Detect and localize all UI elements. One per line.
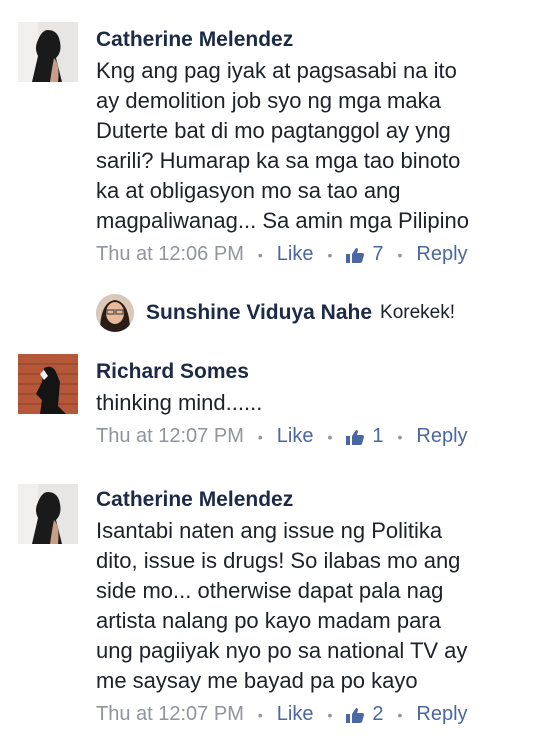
timestamp[interactable]: Thu at 12:07 PM [96, 425, 244, 448]
like-count-number: 1 [372, 425, 384, 447]
reply-button[interactable]: Reply [416, 425, 467, 448]
comment-line: thinking mind...... [96, 390, 263, 415]
thumbs-up-icon [346, 247, 365, 263]
comment-actions: Thu at 12:07 PM • Like • 1 • Reply [96, 425, 468, 448]
thumbs-up-icon [346, 429, 365, 445]
avatar[interactable] [18, 354, 78, 414]
comment-text: Kng ang pag iyak at pagsasabi na ito ay … [96, 56, 516, 236]
avatar[interactable] [18, 484, 78, 544]
like-count[interactable]: 1 [346, 425, 384, 448]
like-button[interactable]: Like [277, 243, 314, 266]
reply-avatar[interactable] [96, 294, 134, 332]
comment-line: ka at obligasyon mo sa tao ang [96, 178, 401, 203]
commenter-name[interactable]: Catherine Melendez [96, 28, 293, 52]
separator-dot: • [257, 246, 263, 263]
comment-line: side mo... otherwise dapat pala nag [96, 578, 444, 603]
comment-line: sarili? Humarap ka sa mga tao binoto [96, 148, 461, 173]
timestamp[interactable]: Thu at 12:06 PM [96, 243, 244, 266]
comment-line: Isantabi naten ang issue ng Politika [96, 518, 443, 543]
avatar[interactable] [18, 22, 78, 82]
comment-line: artista nalang po kayo madam para [96, 608, 441, 633]
like-count[interactable]: 7 [346, 243, 384, 266]
reply-author-name[interactable]: Sunshine Viduya Nahe [146, 301, 372, 325]
comment-text: thinking mind...... [96, 388, 516, 418]
separator-dot: • [257, 428, 263, 445]
like-button[interactable]: Like [277, 703, 314, 726]
separator-dot: • [327, 706, 333, 723]
separator-dot: • [327, 246, 333, 263]
separator-dot: • [257, 706, 263, 723]
separator-dot: • [397, 706, 403, 723]
separator-dot: • [397, 428, 403, 445]
commenter-name[interactable]: Richard Somes [96, 360, 249, 384]
separator-dot: • [397, 246, 403, 263]
thumbs-up-icon [346, 707, 365, 723]
reply-preview[interactable]: Sunshine Viduya Nahe Korekek! [96, 294, 455, 332]
comment-line: Duterte bat di mo pagtanggol ay yng [96, 118, 451, 143]
reply-button[interactable]: Reply [416, 703, 467, 726]
comment-line: me saysay me bayad pa po kayo [96, 668, 418, 693]
comment-line: magpaliwanag... Sa amin mga Pilipino [96, 208, 469, 233]
like-count-number: 2 [372, 703, 384, 725]
like-count-number: 7 [372, 243, 384, 265]
comment-line: ung pagiiyak nyo po sa national TV ay [96, 638, 468, 663]
comment-actions: Thu at 12:06 PM • Like • 7 • Reply [96, 243, 468, 266]
comment-actions: Thu at 12:07 PM • Like • 2 • Reply [96, 703, 468, 726]
comment-text: Isantabi naten ang issue ng Politika dit… [96, 516, 516, 696]
comment-line: ay demolition job syo ng mga maka [96, 88, 441, 113]
comment-line: dito, issue is drugs! So ilabas mo ang [96, 548, 461, 573]
separator-dot: • [327, 428, 333, 445]
reply-button[interactable]: Reply [416, 243, 467, 266]
like-button[interactable]: Like [277, 425, 314, 448]
commenter-name[interactable]: Catherine Melendez [96, 488, 293, 512]
timestamp[interactable]: Thu at 12:07 PM [96, 703, 244, 726]
comment-line: Kng ang pag iyak at pagsasabi na ito [96, 58, 457, 83]
reply-text: Korekek! [380, 302, 455, 323]
like-count[interactable]: 2 [346, 703, 384, 726]
